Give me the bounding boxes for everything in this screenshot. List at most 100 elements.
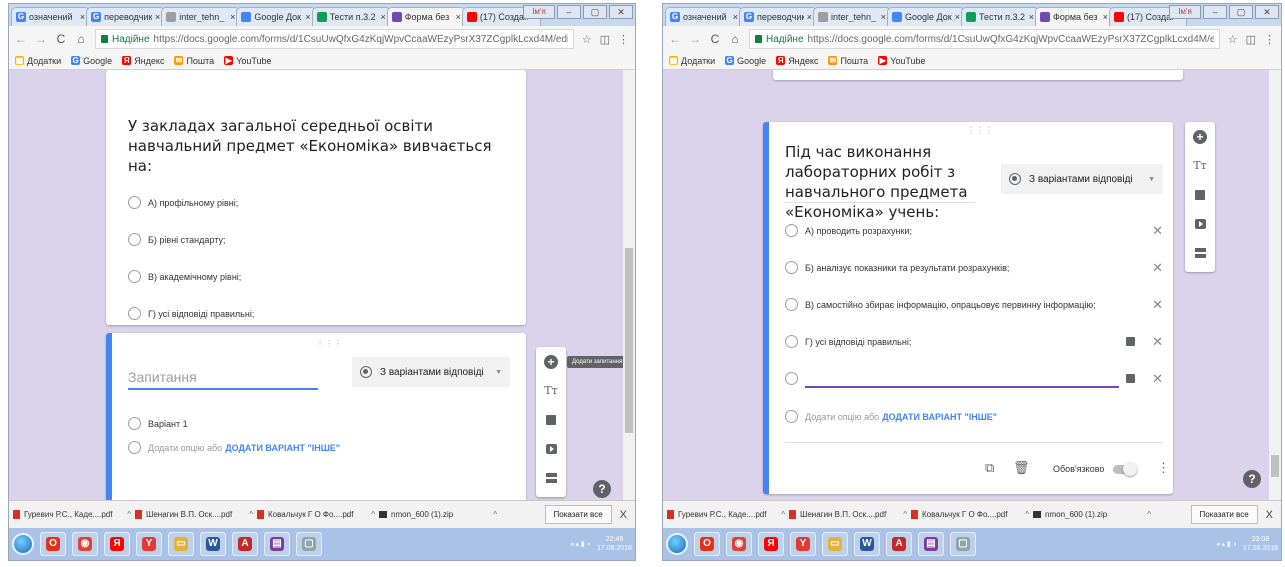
remove-option-icon[interactable]: ✕ bbox=[1152, 371, 1163, 387]
add-other-link[interactable]: ДОДАТИ ВАРІАНТ "ІНШЕ" bbox=[882, 412, 997, 422]
window-user-button[interactable]: Ім'я bbox=[523, 5, 555, 19]
close-icon[interactable]: × bbox=[155, 12, 160, 22]
answer-option[interactable]: В) академічному рівні; bbox=[128, 258, 488, 295]
bookmark-item[interactable]: ▦ Додатки bbox=[669, 56, 715, 66]
add-question-button[interactable]: + bbox=[536, 347, 566, 376]
taskbar-app-button[interactable]: O bbox=[40, 532, 66, 556]
maximize-button[interactable]: ▢ bbox=[583, 5, 607, 19]
close-icon[interactable]: X bbox=[1262, 509, 1277, 521]
download-item[interactable]: nmon_600 (1).zip ^ bbox=[1033, 504, 1151, 526]
bookmark-item[interactable]: ▶ YouTube bbox=[878, 56, 926, 66]
download-item[interactable]: Гуревич Р.С., Каде....pdf ^ bbox=[667, 504, 785, 526]
option-label[interactable]: А) проводить розрахунки; bbox=[805, 226, 912, 236]
clock[interactable]: 23:08 17.08.2018 bbox=[1243, 535, 1278, 553]
taskbar-app-button[interactable]: ◉ bbox=[72, 532, 98, 556]
remove-option-icon[interactable]: ✕ bbox=[1152, 334, 1163, 350]
reload-icon[interactable]: C bbox=[709, 32, 721, 46]
start-button[interactable] bbox=[12, 533, 34, 555]
start-button[interactable] bbox=[666, 533, 688, 555]
add-other-link[interactable]: ДОДАТИ ВАРІАНТ "ІНШЕ" bbox=[225, 443, 340, 453]
required-toggle[interactable] bbox=[1113, 462, 1137, 476]
answer-option[interactable]: Б) аналізує показники та результати розр… bbox=[785, 249, 1163, 286]
url-input[interactable]: Надійне https://docs.google.com/forms/d/… bbox=[95, 29, 574, 49]
bookmark-item[interactable]: G Google bbox=[725, 56, 766, 66]
tray-icons[interactable]: ◂ ▴ ▮ ◖ bbox=[570, 540, 591, 548]
radio-icon[interactable] bbox=[785, 261, 798, 274]
tray-icons[interactable]: ◂ ▴ ▮ ◖ bbox=[1216, 540, 1237, 548]
bookmark-item[interactable]: G Google bbox=[71, 56, 112, 66]
chevron-up-icon[interactable]: ^ bbox=[371, 510, 375, 519]
remove-option-icon[interactable]: ✕ bbox=[1152, 297, 1163, 313]
add-video-button[interactable] bbox=[1185, 209, 1215, 238]
taskbar-app-button[interactable]: ◉ bbox=[726, 532, 752, 556]
chevron-up-icon[interactable]: ^ bbox=[493, 510, 497, 519]
chevron-up-icon[interactable]: ^ bbox=[903, 510, 907, 519]
download-item[interactable]: nmon_600 (1).zip ^ bbox=[379, 504, 497, 526]
tab-drive[interactable]: Тести п.3.2 × bbox=[961, 7, 1039, 26]
bookmark-item[interactable]: ✉ Пошта bbox=[174, 56, 214, 66]
answer-option[interactable]: А) проводить розрахунки; ✕ bbox=[785, 212, 1163, 249]
radio-icon[interactable] bbox=[785, 224, 798, 237]
tab-google[interactable]: Gпереводчик × bbox=[86, 7, 166, 26]
radio-icon[interactable] bbox=[128, 196, 141, 209]
add-title-button[interactable]: Tт bbox=[536, 376, 566, 405]
forward-icon[interactable]: → bbox=[689, 32, 701, 46]
taskbar-app-button[interactable]: ▤ bbox=[918, 532, 944, 556]
chevron-up-icon[interactable]: ^ bbox=[781, 510, 785, 519]
minimize-button[interactable]: – bbox=[557, 5, 581, 19]
bookmark-item[interactable]: ✉ Пошта bbox=[828, 56, 868, 66]
option-label[interactable]: Варіант 1 bbox=[148, 419, 188, 429]
download-item[interactable]: Гуревич Р.С., Каде....pdf ^ bbox=[13, 504, 131, 526]
question-title[interactable]: У закладах загальної середньої освіти на… bbox=[128, 116, 513, 176]
scrollbar-thumb[interactable] bbox=[1271, 455, 1279, 477]
drag-handle-icon[interactable]: ⋮⋮⋮ bbox=[316, 339, 343, 348]
taskbar-app-button[interactable]: W bbox=[854, 532, 880, 556]
home-icon[interactable]: ⌂ bbox=[75, 32, 87, 46]
radio-icon[interactable] bbox=[128, 233, 141, 246]
add-option-row[interactable]: Додати опцію або ДОДАТИ ВАРІАНТ "ІНШЕ" bbox=[128, 441, 340, 454]
maximize-button[interactable]: ▢ bbox=[1229, 5, 1253, 19]
close-icon[interactable]: × bbox=[80, 12, 85, 22]
bookmark-item[interactable]: Я Яндекс bbox=[776, 56, 818, 66]
extension-icon[interactable]: ◫ bbox=[600, 33, 610, 46]
tab-page[interactable]: inter_tehn_ × bbox=[161, 7, 241, 26]
question-type-select[interactable]: З варіантами відповіді ▼ bbox=[1001, 164, 1163, 194]
chevron-up-icon[interactable]: ^ bbox=[1025, 510, 1029, 519]
chevron-up-icon[interactable]: ^ bbox=[249, 510, 253, 519]
tab-docs[interactable]: Google Док × bbox=[236, 7, 316, 26]
add-question-button[interactable]: + bbox=[1185, 122, 1215, 151]
taskbar-app-button[interactable]: ▭ bbox=[168, 532, 194, 556]
close-icon[interactable]: × bbox=[733, 12, 738, 22]
reload-icon[interactable]: C bbox=[55, 32, 67, 46]
scrollbar[interactable] bbox=[1269, 70, 1281, 500]
menu-icon[interactable]: ⋮ bbox=[1264, 33, 1275, 46]
taskbar-app-button[interactable]: ▢ bbox=[296, 532, 322, 556]
taskbar-app-button[interactable]: ▤ bbox=[264, 532, 290, 556]
close-window-button[interactable]: ✕ bbox=[609, 5, 633, 19]
close-icon[interactable]: × bbox=[230, 12, 235, 22]
new-answer-option[interactable]: ✕ bbox=[785, 360, 1163, 397]
tab-google[interactable]: Gпереводчик × bbox=[739, 7, 817, 26]
menu-icon[interactable]: ⋮ bbox=[618, 33, 629, 46]
duplicate-icon[interactable]: ⧉ bbox=[985, 460, 994, 476]
help-icon[interactable]: ? bbox=[1243, 470, 1261, 488]
drag-handle-icon[interactable]: ⋮⋮⋮ bbox=[967, 126, 994, 135]
close-icon[interactable]: × bbox=[807, 12, 812, 22]
download-item[interactable]: Ковальчук Г О Фо....pdf ^ bbox=[257, 504, 375, 526]
download-item[interactable]: Шенагин В.П. Оск....pdf ^ bbox=[789, 504, 907, 526]
back-icon[interactable]: ← bbox=[669, 32, 681, 46]
radio-icon[interactable] bbox=[785, 372, 798, 385]
url-input[interactable]: Надійне https://docs.google.com/forms/d/… bbox=[749, 29, 1220, 49]
radio-icon[interactable] bbox=[785, 335, 798, 348]
show-all-downloads-button[interactable]: Показати все bbox=[544, 505, 612, 524]
taskbar-app-button[interactable]: W bbox=[200, 532, 226, 556]
add-section-button[interactable] bbox=[536, 463, 566, 492]
radio-icon[interactable] bbox=[128, 307, 141, 320]
add-title-button[interactable]: Tт bbox=[1185, 151, 1215, 180]
answer-option[interactable]: В) самостійно збирає інформацію, опрацьо… bbox=[785, 286, 1163, 323]
scrollbar-thumb[interactable] bbox=[625, 248, 633, 433]
answer-option[interactable]: Варіант 1 bbox=[128, 405, 328, 442]
tab-page[interactable]: inter_tehn_ × bbox=[813, 7, 891, 26]
image-icon[interactable] bbox=[1126, 337, 1135, 346]
radio-icon[interactable] bbox=[128, 270, 141, 283]
